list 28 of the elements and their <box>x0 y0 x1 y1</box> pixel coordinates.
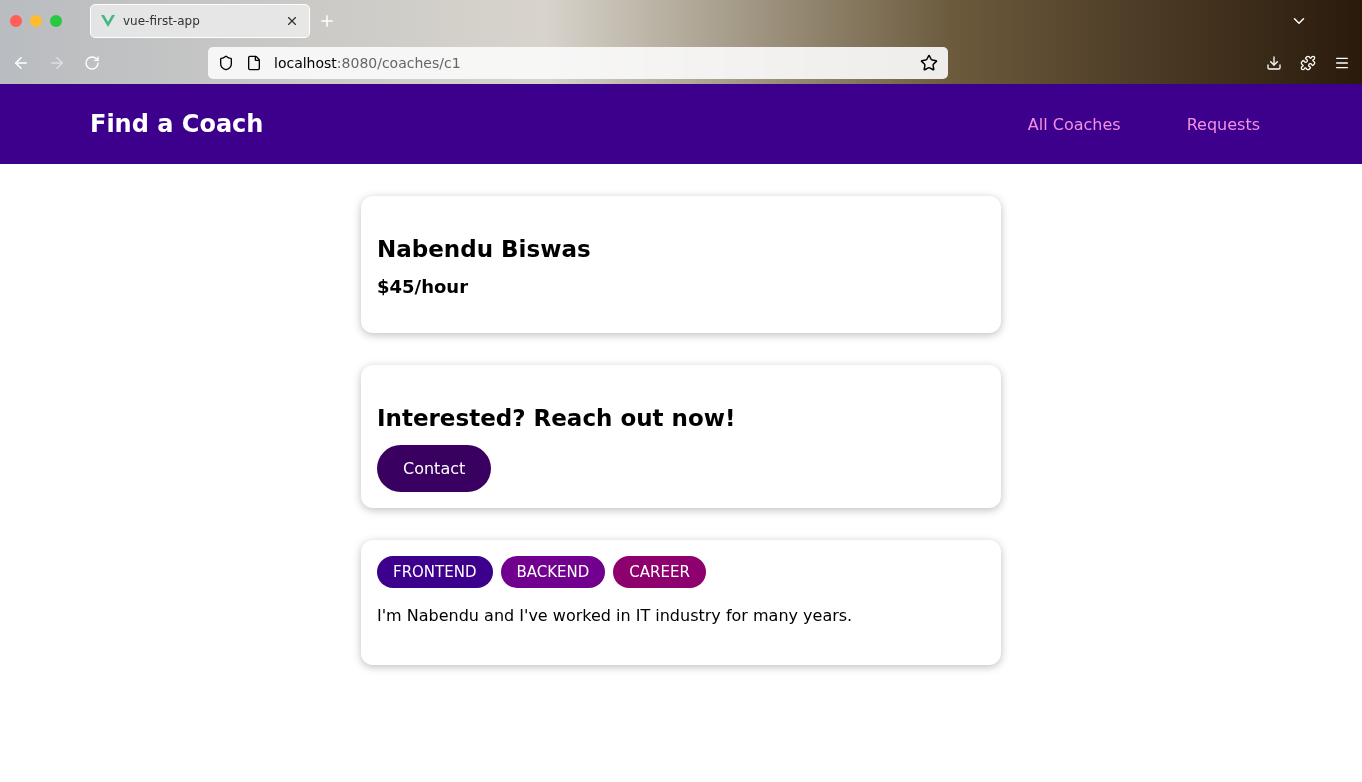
back-icon[interactable] <box>12 54 30 72</box>
area-badge: BACKEND <box>500 556 606 588</box>
shield-icon <box>218 55 234 71</box>
bookmark-star-icon[interactable] <box>920 54 938 72</box>
coach-description: I'm Nabendu and I've worked in IT industry for many years. <box>377 606 854 625</box>
download-icon[interactable] <box>1266 55 1282 71</box>
v-logo-icon <box>101 15 115 27</box>
reload-icon[interactable] <box>84 55 100 71</box>
nav-link[interactable]: All Coaches <box>1027 114 1121 134</box>
menu-icon[interactable] <box>1334 55 1350 71</box>
nav-link[interactable]: Requests <box>1186 114 1260 134</box>
area-badge: FRONTEND <box>377 556 493 588</box>
page-icon <box>246 55 262 71</box>
contact-button[interactable]: Contact <box>377 445 492 492</box>
hourly-rate: $45/hour <box>377 276 470 297</box>
close-icon[interactable] <box>285 14 299 28</box>
minimize-window-icon[interactable] <box>30 15 42 27</box>
contact-heading: Interested? Reach out now! <box>377 405 737 431</box>
close-window-icon[interactable] <box>10 15 22 27</box>
coach-name: Nabendu Biswas <box>377 236 592 262</box>
new-tab-icon[interactable] <box>318 12 336 30</box>
forward-icon[interactable] <box>48 54 66 72</box>
browser-tab[interactable]: vue-first-app <box>90 4 310 38</box>
area-badge: CAREER <box>613 556 706 588</box>
maximize-window-icon[interactable] <box>50 15 62 27</box>
extensions-icon[interactable] <box>1300 55 1316 71</box>
address-bar[interactable]: localhost:8080/coaches/c1 <box>208 47 948 79</box>
app-title[interactable]: Find a Coach <box>90 110 962 138</box>
